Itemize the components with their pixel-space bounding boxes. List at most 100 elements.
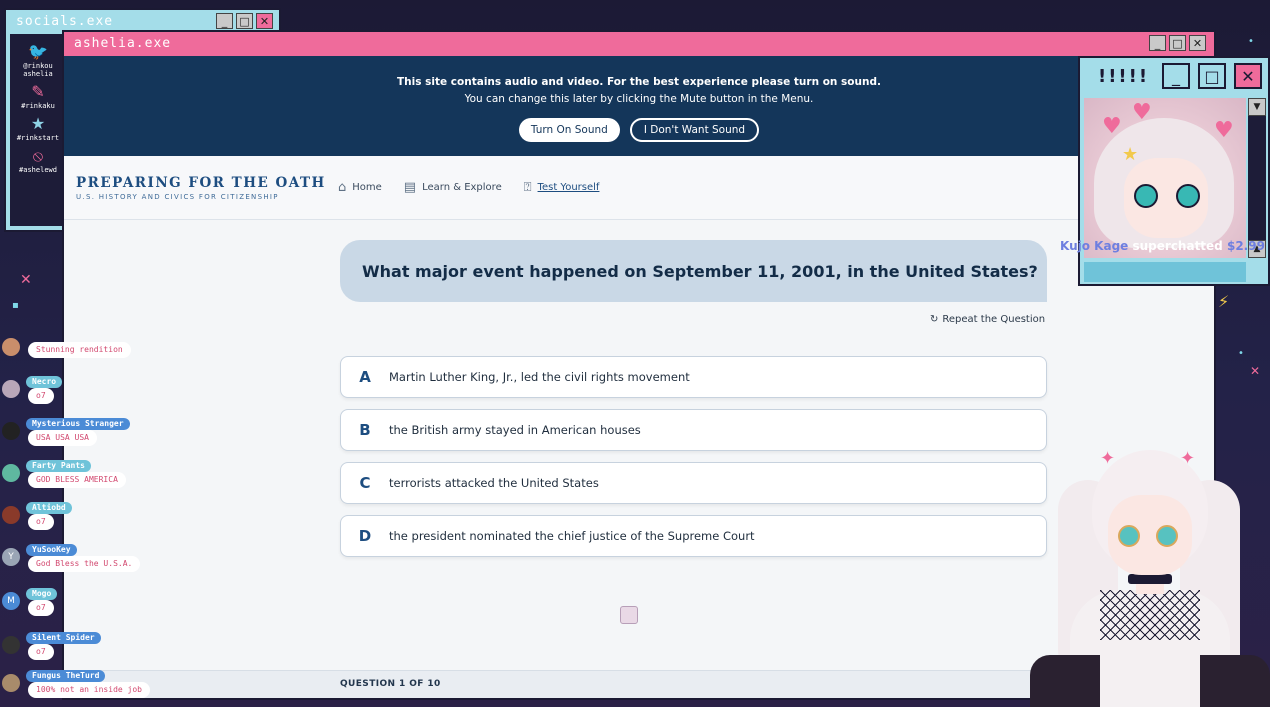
nav-home[interactable]: ⌂ Home [338, 180, 382, 195]
close-button[interactable]: ✕ [256, 13, 273, 29]
social-item-lewd[interactable]: ⦸ #ashelewd [10, 146, 66, 174]
avatar [2, 636, 20, 654]
chat-username: Altiobd [26, 502, 72, 514]
site-nav: ⌂ Home ▤ Learn & Explore ⍰ Test Yourself [338, 180, 599, 195]
social-item-art[interactable]: ✎ #rinkaku [10, 82, 66, 110]
answer-option-a[interactable]: A Martin Luther King, Jr., led the civil… [340, 356, 1047, 398]
notice-line-1: This site contains audio and video. For … [397, 76, 881, 88]
question-text: What major event happened on September 1… [340, 240, 1047, 302]
avatar: Y [2, 548, 20, 566]
chat-text: 100% not an inside job [28, 682, 150, 698]
answer-text: terrorists attacked the United States [389, 476, 599, 490]
paintbrush-icon: ✎ [31, 82, 45, 101]
chat-text: USA USA USA [28, 430, 97, 446]
turn-on-sound-button[interactable]: Turn On Sound [518, 118, 620, 142]
chat-username: Mysterious Stranger [26, 418, 130, 430]
maximize-button[interactable]: □ [1169, 35, 1186, 51]
chat-username: Fungus TheTurd [26, 670, 106, 682]
avatar: M [2, 592, 20, 610]
chat-text: God Bless the U.S.A. [28, 556, 141, 572]
close-button[interactable]: ✕ [1189, 35, 1206, 51]
decline-sound-button[interactable]: I Don't Want Sound [629, 118, 760, 142]
sparkle-icon: ✕ [20, 272, 32, 288]
scroll-down-arrow[interactable]: ▼ [1248, 98, 1266, 116]
sparkle-icon: ▪ [12, 300, 19, 311]
answer-option-b[interactable]: B the British army stayed in American ho… [340, 409, 1047, 451]
ribbon-icon: ✦ [1100, 448, 1116, 469]
minimize-button[interactable]: _ [1162, 63, 1190, 89]
socials-titlebar[interactable]: socials.exe _ □ ✕ [6, 10, 279, 32]
ban-icon: ⦸ [32, 146, 44, 165]
chat-text: o7 [28, 644, 54, 660]
site-logo[interactable]: PREPARING FOR THE OATH U.S. HISTORY AND … [76, 175, 326, 201]
repeat-label: Repeat the Question [942, 314, 1046, 325]
social-label: #ashelewd [19, 166, 57, 174]
superchat-text: superchatted [1132, 239, 1223, 253]
socials-window-title: socials.exe [16, 13, 114, 29]
chat-text: o7 [28, 514, 54, 530]
main-titlebar[interactable]: ashelia.exe _ □ ✕ [64, 32, 1214, 54]
superchat-alert: Kujo Kage superchatted $2.99 [1060, 239, 1265, 253]
answer-letter: D [358, 527, 372, 545]
superchat-user: Kujo Kage [1060, 239, 1129, 253]
book-icon: ▤ [403, 180, 417, 195]
avatar-portrait: ♥ ♥ ♥ ★ [1084, 98, 1246, 258]
answer-option-d[interactable]: D the president nominated the chief just… [340, 515, 1047, 557]
heart-icon: ♥ [1102, 114, 1122, 139]
repeat-question-button[interactable]: ↻ Repeat the Question [930, 314, 1045, 325]
superchat-amount: $2.99 [1226, 239, 1265, 253]
nav-learn-explore[interactable]: ▤ Learn & Explore [404, 180, 502, 195]
socials-list: 🐦 @rinkou ashelia ✎ #rinkaku ★ #rinkstar… [10, 34, 66, 226]
maximize-button[interactable]: □ [236, 13, 253, 29]
nav-test-yourself[interactable]: ⍰ Test Yourself [524, 180, 600, 195]
nav-label: Learn & Explore [422, 182, 502, 193]
heart-icon: ♥ [1132, 100, 1152, 125]
chat-text: o7 [28, 600, 54, 616]
avatar-scrollbar[interactable]: ▼ ▲ [1248, 98, 1266, 258]
main-window-title: ashelia.exe [74, 35, 172, 51]
sound-notice-banner: This site contains audio and video. For … [64, 56, 1214, 156]
sparkle-icon: • [1248, 36, 1254, 47]
chat-username: Necro [26, 376, 63, 388]
chat-text: Stunning rendition [28, 342, 131, 358]
chat-username: Mogo [26, 588, 58, 600]
question-icon: ⍰ [523, 180, 532, 195]
avatar-titlebar[interactable]: !!!!! _ □ ✕ [1080, 58, 1268, 94]
chat-username: Silent Spider [26, 632, 101, 644]
minimize-button[interactable]: _ [216, 13, 233, 29]
maximize-button[interactable]: □ [1198, 63, 1226, 89]
avatar [2, 464, 20, 482]
home-icon: ⌂ [338, 180, 347, 195]
answer-text: the British army stayed in American hous… [389, 423, 641, 437]
nav-label: Home [352, 182, 382, 193]
social-label: @rinkou ashelia [23, 62, 53, 78]
avatar [2, 506, 20, 524]
avatar-bottom-bar [1084, 262, 1246, 282]
answer-letter: C [359, 474, 371, 492]
question-progress: QUESTION 1 OF 10 [340, 679, 441, 689]
answer-letter: A [359, 368, 371, 386]
chat-username: YuSooKey [26, 544, 77, 556]
logo-subtitle: U.S. HISTORY AND CIVICS FOR CITIZENSHIP [76, 192, 279, 201]
ribbon-icon: ✦ [1180, 448, 1196, 469]
vtuber-model: ✦ ✦ [1030, 440, 1270, 707]
chat-username: Farty Pants [26, 460, 91, 472]
notice-line-2: You can change this later by clicking th… [464, 93, 814, 105]
chat-overlay: Stunning rendition Necro o7 Mysterious S… [0, 330, 200, 707]
social-item-twitter[interactable]: 🐦 @rinkou ashelia [10, 42, 66, 78]
star-icon: ★ [30, 114, 46, 133]
heart-icon: ♥ [1214, 118, 1234, 143]
avatar [2, 338, 20, 356]
avatar-window-title: !!!!! [1098, 65, 1150, 87]
lightning-icon: ⚡ [1218, 292, 1230, 311]
answer-option-c[interactable]: C terrorists attacked the United States [340, 462, 1047, 504]
social-item-start[interactable]: ★ #rinkstart [10, 114, 66, 142]
replay-icon: ↻ [930, 314, 939, 325]
nav-label: Test Yourself [537, 182, 600, 193]
close-button[interactable]: ✕ [1234, 63, 1262, 89]
minimize-button[interactable]: _ [1149, 35, 1166, 51]
logo-title: PREPARING FOR THE OATH [76, 174, 326, 191]
social-label: #rinkstart [16, 134, 60, 142]
twitter-bird-icon: 🐦 [28, 42, 48, 61]
sparkle-icon: ✕ [1250, 364, 1261, 378]
